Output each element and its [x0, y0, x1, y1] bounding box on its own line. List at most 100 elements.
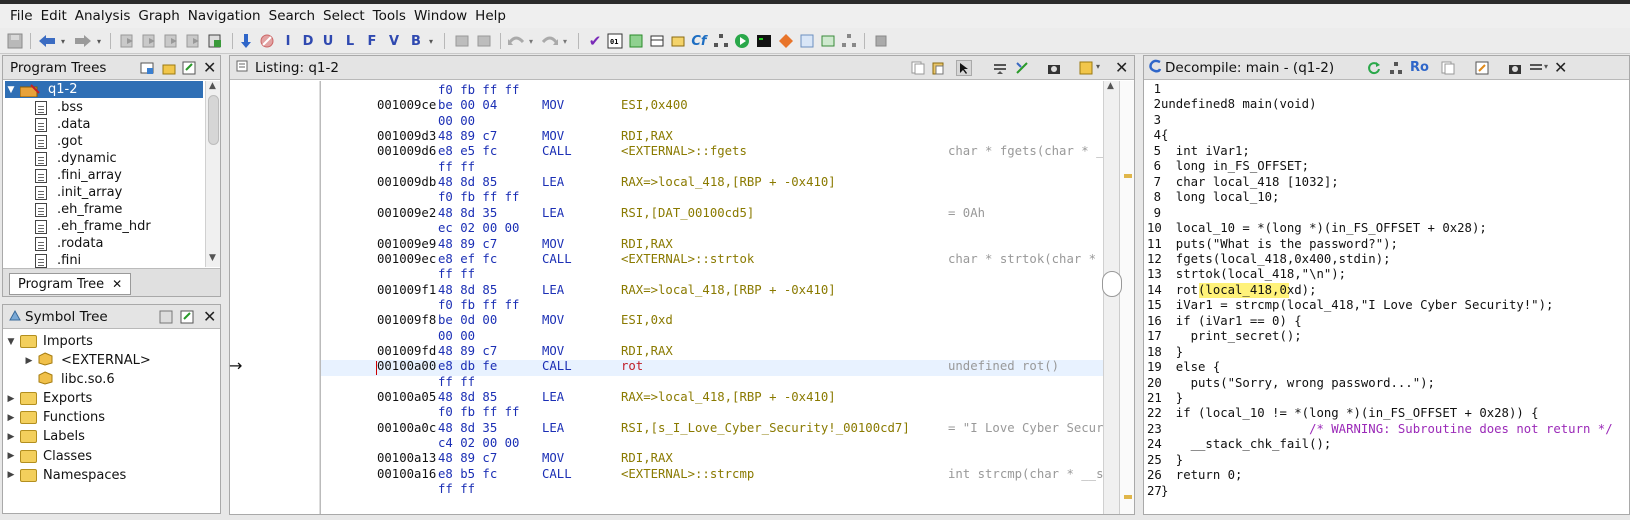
run-script-icon[interactable]	[733, 31, 751, 51]
checkmark-icon[interactable]: ✔	[586, 31, 604, 51]
open-tree-icon[interactable]	[161, 60, 177, 76]
listing-row[interactable]: 001009d3 48 89 c7 MOV RDI,RAX	[321, 129, 1103, 144]
listing-options-icon[interactable]	[1078, 60, 1094, 76]
symbol-filter-icon[interactable]	[179, 309, 195, 325]
bytes-b-icon[interactable]: B	[408, 31, 424, 51]
menu-graph[interactable]: Graph	[134, 8, 183, 24]
instruction-operands[interactable]: RAX=>local_418,[RBP + -0x410]	[621, 390, 836, 405]
scroll-down-icon[interactable]: ▼	[209, 253, 216, 263]
panel-resize-handle[interactable]	[1102, 271, 1122, 297]
menu-search[interactable]: Search	[265, 8, 319, 24]
readonly-ro-label[interactable]: Ro	[1410, 60, 1429, 75]
bytes-viewer-icon[interactable]: 01	[606, 31, 624, 51]
listing-row[interactable]: 00100a13 48 89 c7 MOV RDI,RAX	[321, 451, 1103, 466]
listing-row[interactable]: 00100a0c 48 8d 35 LEA RSI,[s_I_Love_Cyber_S…	[321, 421, 1103, 436]
decompile-line[interactable]: 2 undefined8 main(void)	[1144, 97, 1629, 112]
memory-map-icon[interactable]	[669, 31, 687, 51]
forward-arrow-icon[interactable]	[72, 31, 94, 51]
menu-edit[interactable]: Edit	[37, 8, 71, 24]
close-icon[interactable]: ✕	[1115, 58, 1128, 77]
terminal-icon[interactable]	[755, 31, 773, 51]
create-tree-icon[interactable]	[139, 60, 155, 76]
nav-next-data-icon[interactable]	[117, 31, 137, 51]
decompile-line[interactable]: 18 }	[1144, 345, 1629, 360]
decompile-line[interactable]: 11 puts("What is the password?");	[1144, 237, 1629, 252]
redo-dropdown-icon[interactable]: ▾	[560, 31, 570, 51]
options-dropdown-icon[interactable]: ▾	[1544, 62, 1548, 71]
decompile-line[interactable]: 8 long local_10;	[1144, 190, 1629, 205]
redo-icon[interactable]	[540, 31, 560, 51]
listing-row[interactable]: ff ff	[321, 375, 1103, 390]
bytes-dropdown-icon[interactable]: ▾	[426, 31, 436, 51]
listing-row[interactable]: 00100a05 48 8d 85 LEA RAX=>local_418,[RBP +…	[321, 390, 1103, 405]
listing-row[interactable]: ff ff	[321, 267, 1103, 282]
listing-scrollbar[interactable]: ▲	[1103, 81, 1119, 514]
listing-row[interactable]: f0 fb ff ff	[321, 190, 1103, 205]
listing-row[interactable]: ec 02 00 00	[321, 221, 1103, 236]
listing-row[interactable]: 001009f8 be 0d 00 MOV ESI,0xd	[321, 313, 1103, 328]
nav-next-label-icon[interactable]	[183, 31, 203, 51]
decompile-line[interactable]: 5 int iVar1;	[1144, 144, 1629, 159]
snapshot-camera-icon[interactable]	[1507, 60, 1523, 76]
listing-row[interactable]: 001009e9 48 89 c7 MOV RDI,RAX	[321, 237, 1103, 252]
cut-icon[interactable]	[452, 31, 472, 51]
menu-navigation[interactable]: Navigation	[184, 8, 265, 24]
menu-analysis[interactable]: Analysis	[71, 8, 135, 24]
bookmark-diamond-icon[interactable]	[777, 31, 795, 51]
undo-icon[interactable]	[506, 31, 526, 51]
scroll-up-icon[interactable]: ▲	[1107, 81, 1114, 91]
instruction-operands[interactable]: RAX=>local_418,[RBP + -0x410]	[621, 175, 836, 190]
program-tree-item[interactable]: .bss	[35, 99, 83, 116]
instruction-operands[interactable]: rot	[621, 359, 643, 374]
close-icon[interactable]: ✕	[203, 58, 216, 77]
instruction-operands[interactable]: RDI,RAX	[621, 344, 673, 359]
snapshot-icon[interactable]	[819, 31, 837, 51]
symbol-external-item[interactable]: ▶ <EXTERNAL>	[23, 351, 151, 369]
save-icon[interactable]	[6, 31, 24, 51]
function-graph-icon[interactable]: Cf	[690, 31, 708, 51]
listing-row[interactable]: ff ff	[321, 160, 1103, 175]
program-tree-item[interactable]: .init_array	[35, 184, 122, 201]
program-tree-item[interactable]: .got	[35, 133, 82, 150]
decompile-line[interactable]: 15 iVar1 = strcmp(local_418,"I Love Cybe…	[1144, 298, 1629, 313]
listing-row[interactable]: 00100a00 e8 db fe CALL rot undefined rot()	[321, 359, 1103, 374]
stop-icon[interactable]	[258, 31, 276, 51]
listing-row[interactable]: 001009d6 e8 e5 fc CALL <EXTERNAL>::fgets cha…	[321, 144, 1103, 159]
function-f-icon[interactable]: F	[364, 31, 380, 51]
program-tree-item[interactable]: .eh_frame	[35, 201, 122, 218]
clear-icon[interactable]	[474, 31, 494, 51]
program-tree-item[interactable]: .fini_array	[35, 167, 122, 184]
decompile-line[interactable]: 22 if (local_10 != *(long *)(in_FS_OFFSE…	[1144, 406, 1629, 421]
collapse-icon[interactable]: ▼	[5, 337, 17, 347]
instruction-operands[interactable]: ESI,0x400	[621, 98, 688, 113]
scroll-thumb[interactable]	[208, 95, 219, 145]
expand-icon[interactable]: ▶	[5, 470, 17, 480]
overview-marker[interactable]	[1124, 495, 1132, 499]
call-tree-icon[interactable]	[712, 31, 730, 51]
data-d-icon[interactable]: D	[300, 31, 316, 51]
nav-next-instruction-icon[interactable]	[139, 31, 159, 51]
menu-tools[interactable]: Tools	[369, 8, 410, 24]
forward-dropdown-icon[interactable]: ▾	[94, 31, 104, 51]
listing-row[interactable]: 001009ec e8 ef fc CALL <EXTERNAL>::strtok ch…	[321, 252, 1103, 267]
expand-icon[interactable]: ▶	[5, 394, 17, 404]
instruction-operands[interactable]: RDI,RAX	[621, 237, 673, 252]
disassemble-i-icon[interactable]: I	[280, 31, 296, 51]
expand-icon[interactable]: ▶	[23, 356, 35, 366]
symbol-group-item[interactable]: ▶ Namespaces	[5, 467, 127, 484]
cursor-icon[interactable]	[956, 60, 972, 76]
nav-next-function-icon[interactable]	[205, 31, 225, 51]
table-icon[interactable]	[648, 31, 666, 51]
close-tab-icon[interactable]: ✕	[112, 277, 122, 291]
back-dropdown-icon[interactable]: ▾	[58, 31, 68, 51]
listing-row[interactable]: 001009db 48 8d 85 LEA RAX=>local_418,[RBP +…	[321, 175, 1103, 190]
close-icon[interactable]: ✕	[203, 307, 216, 326]
decompile-options-icon[interactable]	[1528, 60, 1544, 76]
export-c-icon[interactable]	[1474, 60, 1490, 76]
instruction-operands[interactable]: ESI,0xd	[621, 313, 673, 328]
options-dropdown-icon[interactable]: ▾	[1096, 62, 1100, 71]
collapse-icon[interactable]: ▼	[5, 85, 17, 95]
listing-row[interactable]: 00100a16 e8 b5 fc CALL <EXTERNAL>::strcmp in…	[321, 467, 1103, 482]
copy-icon[interactable]	[1440, 60, 1456, 76]
decompile-line[interactable]: 26 return 0;	[1144, 468, 1629, 483]
